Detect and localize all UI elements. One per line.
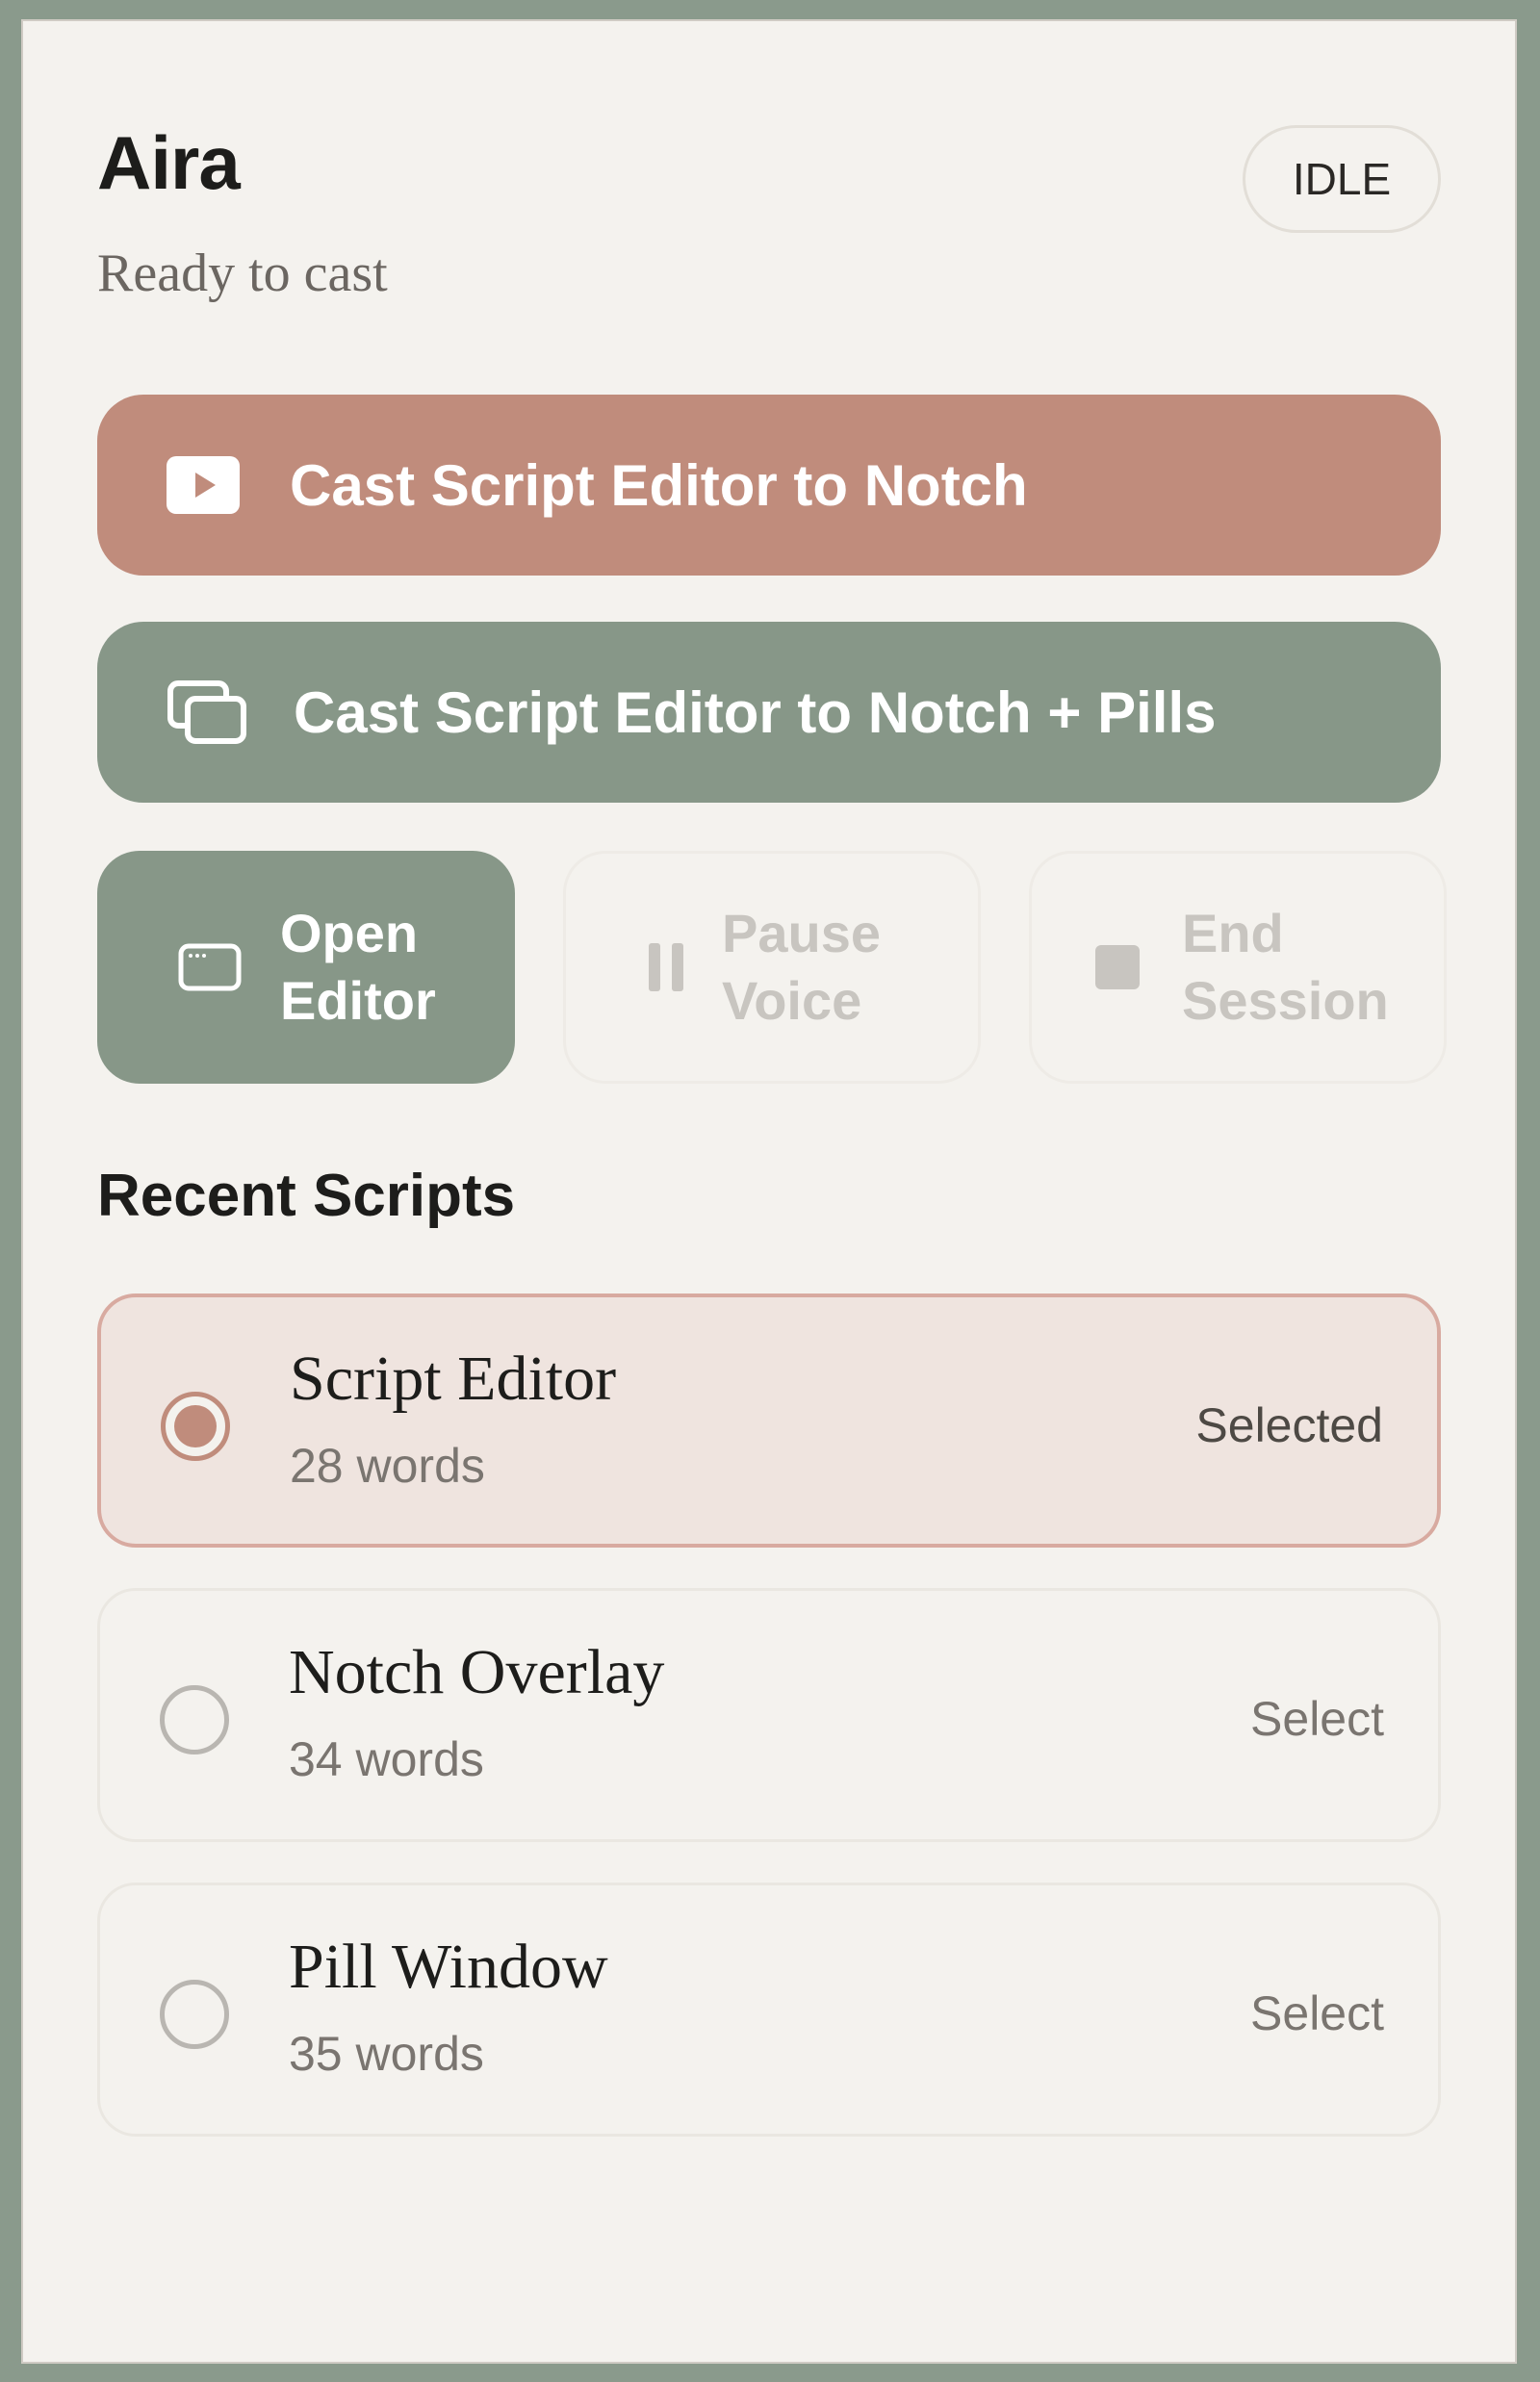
script-word-count: 34 words [289,1732,484,1786]
script-item-notch-overlay[interactable]: Notch Overlay 34 words Select [97,1588,1441,1842]
cast-to-notch-pills-label: Cast Script Editor to Notch + Pills [294,679,1217,745]
cast-to-notch-button[interactable]: Cast Script Editor to Notch [97,395,1441,576]
stop-icon [1095,945,1140,989]
play-icon [167,456,240,514]
window-icon [178,943,242,991]
session-controls: Open Editor Pause Voice End Session [97,851,1447,1084]
script-select-button[interactable]: Select [1250,1989,1384,2037]
script-name: Script Editor [290,1344,617,1414]
end-session-button[interactable]: End Session [1029,851,1447,1084]
app-window: Aira Ready to cast IDLE Cast Script Edit… [21,19,1517,2364]
radio-selected-icon[interactable] [161,1392,230,1461]
script-name: Pill Window [289,1932,608,2002]
stacked-windows-icon [167,680,246,744]
pause-voice-button[interactable]: Pause Voice [563,851,981,1084]
status-badge: IDLE [1243,125,1441,233]
script-word-count: 35 words [289,2027,484,2081]
pause-voice-label: Pause Voice [722,903,881,1031]
radio-unselected-icon[interactable] [160,1685,229,1754]
script-select-button[interactable]: Select [1250,1695,1384,1743]
script-item-script-editor[interactable]: Script Editor 28 words Selected [97,1293,1441,1548]
open-editor-label: Open Editor [280,903,436,1031]
script-word-count: 28 words [290,1439,485,1493]
script-name: Notch Overlay [289,1637,665,1707]
script-selected-label: Selected [1195,1398,1383,1452]
end-session-label: End Session [1182,903,1389,1031]
cast-to-notch-label: Cast Script Editor to Notch [290,452,1028,518]
header: Aira Ready to cast IDLE [97,108,1441,320]
pause-icon [649,943,683,991]
script-item-pill-window[interactable]: Pill Window 35 words Select [97,1883,1441,2137]
open-editor-button[interactable]: Open Editor [97,851,515,1084]
radio-unselected-icon[interactable] [160,1980,229,2049]
app-title: Aira [97,120,241,205]
status-subtitle: Ready to cast [97,243,388,303]
recent-scripts-heading: Recent Scripts [97,1163,516,1229]
cast-to-notch-pills-button[interactable]: Cast Script Editor to Notch + Pills [97,622,1441,803]
